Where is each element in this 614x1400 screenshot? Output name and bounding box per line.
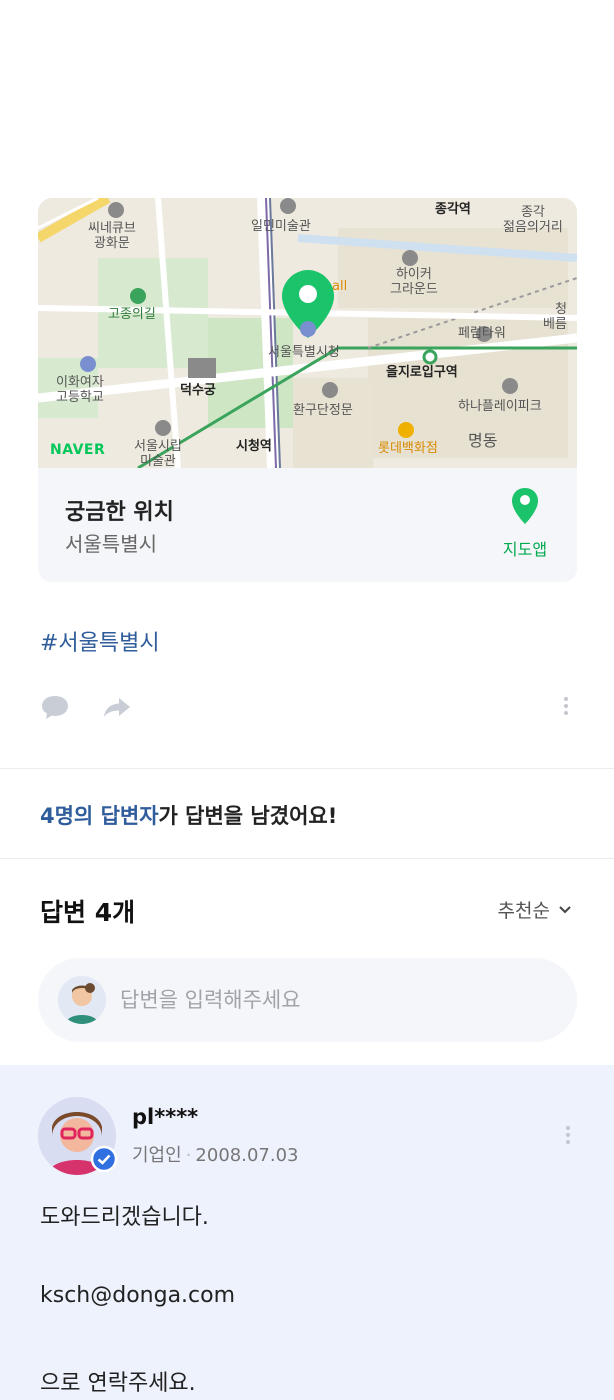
more-vertical-icon[interactable]	[562, 1123, 574, 1149]
answer-role: 기업인	[132, 1145, 182, 1166]
map-label-deoksu: 덕수궁	[180, 383, 216, 398]
map-label-lib: 서울시립 미술관	[134, 439, 182, 468]
verified-badge-icon	[90, 1145, 118, 1173]
avatar-illustration	[58, 976, 106, 1024]
map-label-cgv: 씨네큐브 광화문	[88, 221, 136, 251]
answers-title: 답변 4개	[40, 898, 136, 927]
answer-summary-highlight: 4명의 답변자	[40, 804, 159, 828]
map-pin-icon	[512, 488, 538, 524]
answer-input-box[interactable]	[38, 958, 577, 1042]
more-vertical-icon[interactable]	[560, 694, 572, 720]
answer-card: pl**** 기업인 · 2008.07.03 도와드리겠습니다. ksch@don…	[0, 1065, 614, 1400]
map-label-hana: 하나플레이피크	[458, 399, 542, 414]
chevron-down-icon	[559, 905, 571, 913]
map-label-hwangu: 환구단정문	[293, 403, 353, 418]
share-icon[interactable]	[102, 695, 132, 719]
answer-text-line: 도와드리겠습니다.	[40, 1205, 209, 1230]
map-label-seoul-hall: 서울특별시청	[268, 345, 340, 360]
question-detail-page: 씨네큐브 광화문 일민미술관 종각역 종각 젊음의거리 하이커 그라운드 all…	[0, 0, 614, 1400]
answer-date: 2008.07.03	[195, 1145, 299, 1166]
hashtag-link[interactable]: #서울특별시	[40, 625, 160, 657]
answer-input[interactable]	[120, 988, 540, 1012]
map-label-cityhall: 시청역	[236, 439, 272, 454]
map-app-label: 지도앱	[502, 540, 548, 559]
map-card[interactable]: 씨네큐브 광화문 일민미술관 종각역 종각 젊음의거리 하이커 그라운드 all…	[38, 198, 577, 582]
comment-icon[interactable]	[40, 694, 70, 720]
map-label-cheong: 청 베름	[543, 302, 567, 332]
map-label-ilmin: 일민미술관	[251, 219, 311, 234]
answer-summary-rest: 가 답변을 남겼어요!	[158, 804, 338, 828]
map-label-ewha: 이화여자 고등학교	[56, 375, 104, 405]
map-label-jonggak: 종각역	[435, 202, 471, 217]
answer-text-line: 으로 연락주세요.	[40, 1371, 196, 1396]
my-avatar	[58, 976, 106, 1024]
sort-dropdown[interactable]: 추천순	[498, 896, 572, 923]
map-app-button[interactable]: 지도앱	[495, 486, 555, 560]
map-label-gojong: 고종의길	[108, 307, 156, 322]
sort-label: 추천순	[497, 900, 550, 922]
map-label-hiker: 하이커 그라운드	[390, 267, 438, 297]
naver-logo: NAVER	[50, 442, 106, 458]
place-address: 서울특별시	[65, 532, 157, 556]
place-info: 궁금한 위치 서울특별시 지도앱	[38, 468, 577, 582]
map-label-lotte: 롯데백화점	[378, 441, 438, 456]
map-label-pedal-tower: 페럼타워	[458, 326, 506, 341]
divider	[0, 858, 614, 859]
action-bar	[40, 694, 132, 720]
answer-summary: 4명의 답변자가 답변을 남겼어요!	[40, 800, 337, 830]
divider	[0, 768, 614, 769]
answer-username[interactable]: pl****	[132, 1105, 198, 1129]
map-label-jonggak-youth: 종각 젊음의거리	[503, 205, 563, 235]
map-view[interactable]: 씨네큐브 광화문 일민미술관 종각역 종각 젊음의거리 하이커 그라운드 all…	[38, 198, 577, 468]
map-label-euljiro: 을지로입구역	[386, 365, 458, 380]
answer-meta: 기업인 · 2008.07.03	[132, 1145, 299, 1166]
place-name: 궁금한 위치	[65, 500, 174, 525]
map-label-mall: all	[332, 279, 348, 294]
map-label-myeong: 명동	[468, 431, 498, 450]
answer-text-email: ksch@donga.com	[40, 1283, 236, 1308]
